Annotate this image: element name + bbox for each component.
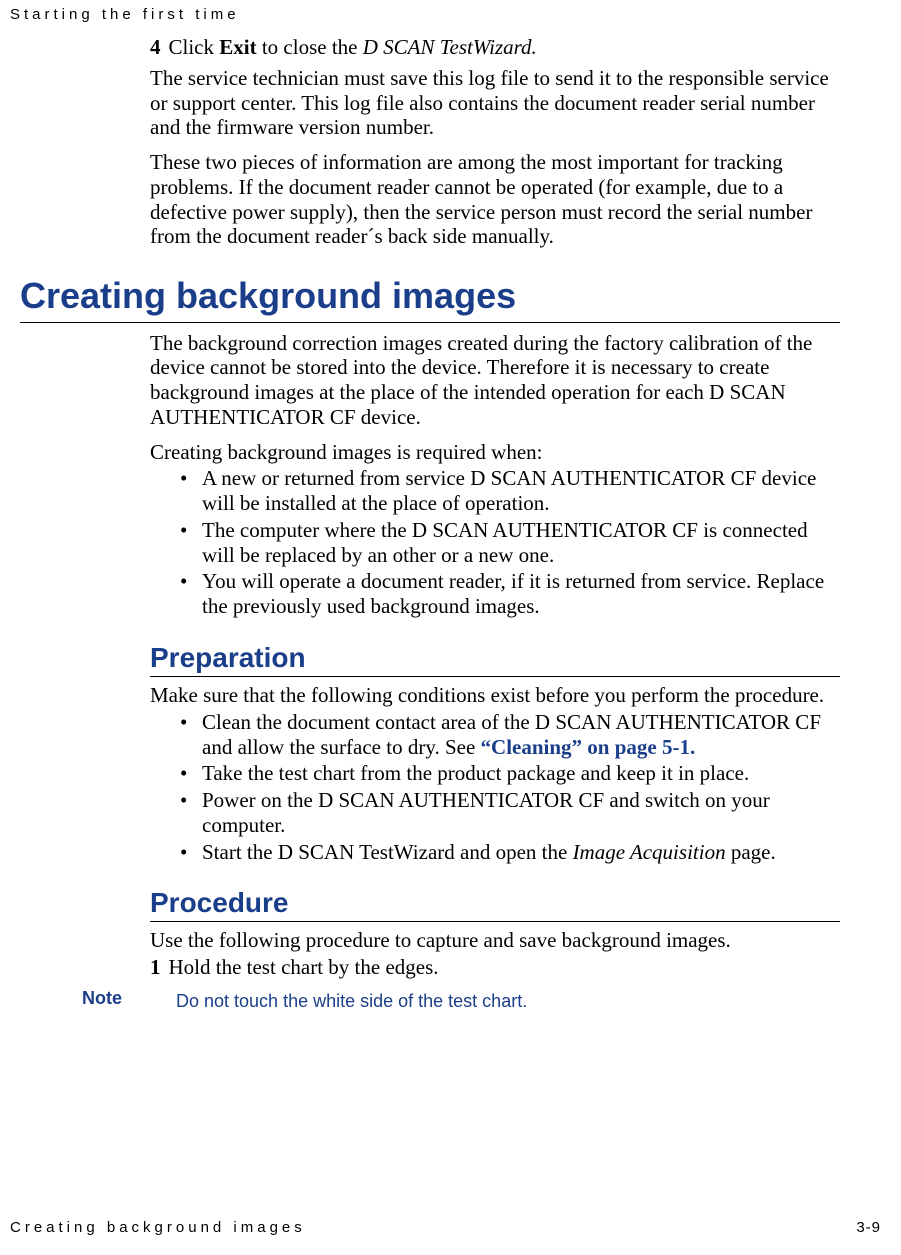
- step-number: 4: [150, 35, 161, 59]
- list-item-text: A new or returned from service D SCAN AU…: [202, 466, 816, 515]
- list-item: •Start the D SCAN TestWizard and open th…: [180, 840, 840, 865]
- step-text: Hold the test chart by the edges.: [169, 955, 439, 979]
- list-item-text: Clean the document contact area of the D…: [202, 710, 821, 759]
- heading-rule: [150, 921, 840, 922]
- bullet-icon: •: [180, 710, 202, 735]
- list-intro: Creating background images is required w…: [150, 440, 840, 465]
- step-number: 1: [150, 955, 161, 979]
- running-header: Starting the first time: [10, 6, 240, 24]
- bullet-list: •Clean the document contact area of the …: [150, 710, 840, 865]
- italic-text: Image Acquisition: [573, 840, 726, 864]
- page-body: 4 Click Exit to close the D SCAN TestWiza…: [150, 35, 840, 1013]
- list-item-text: Power on the D SCAN AUTHENTICATOR CF and…: [202, 788, 770, 837]
- list-item: •Take the test chart from the product pa…: [180, 761, 840, 786]
- list-item: •The computer where the D SCAN AUTHENTIC…: [180, 518, 840, 568]
- paragraph: The background correction images created…: [150, 331, 840, 430]
- page-number: 3-9: [856, 1219, 881, 1237]
- footer-section-title: Creating background images: [10, 1219, 306, 1236]
- step-italic: D SCAN TestWizard.: [363, 35, 537, 59]
- bullet-icon: •: [180, 840, 202, 865]
- cross-reference-link[interactable]: “Cleaning” on page 5-1.: [481, 735, 696, 759]
- paragraph: These two pieces of information are amon…: [150, 150, 840, 249]
- bullet-icon: •: [180, 466, 202, 491]
- list-item: •You will operate a document reader, if …: [180, 569, 840, 619]
- step-bold: Exit: [219, 35, 256, 59]
- heading-2-procedure: Procedure: [150, 886, 840, 919]
- bullet-icon: •: [180, 761, 202, 786]
- bullet-list: •A new or returned from service D SCAN A…: [150, 466, 840, 619]
- heading-2-preparation: Preparation: [150, 641, 840, 674]
- page-footer: Creating background images 3-9: [10, 1219, 881, 1237]
- text: page.: [726, 840, 776, 864]
- paragraph: Use the following procedure to capture a…: [150, 928, 840, 953]
- heading-rule: [150, 676, 840, 677]
- note-text: Do not touch the white side of the test …: [176, 991, 527, 1011]
- heading-1: Creating background images: [20, 275, 840, 319]
- note-label: Note: [82, 988, 122, 1009]
- note-block: Note Do not touch the white side of the …: [150, 988, 840, 1013]
- list-intro: Make sure that the following conditions …: [150, 683, 840, 708]
- step-text-mid: to close the: [257, 35, 363, 59]
- list-item-text: The computer where the D SCAN AUTHENTICA…: [202, 518, 808, 567]
- step-4: 4 Click Exit to close the D SCAN TestWiza…: [150, 35, 840, 60]
- step-1: 1 Hold the test chart by the edges.: [150, 955, 840, 980]
- bullet-icon: •: [180, 788, 202, 813]
- list-item: •Power on the D SCAN AUTHENTICATOR CF an…: [180, 788, 840, 838]
- paragraph: The service technician must save this lo…: [150, 66, 840, 140]
- list-item: •Clean the document contact area of the …: [180, 710, 840, 760]
- list-item: •A new or returned from service D SCAN A…: [180, 466, 840, 516]
- list-item-text: Take the test chart from the product pac…: [202, 761, 749, 785]
- step-text-pre: Click: [169, 35, 220, 59]
- bullet-icon: •: [180, 569, 202, 594]
- heading-rule: [20, 322, 840, 323]
- bullet-icon: •: [180, 518, 202, 543]
- text: Start the D SCAN TestWizard and open the: [202, 840, 573, 864]
- list-item-text: Start the D SCAN TestWizard and open the…: [202, 840, 776, 864]
- list-item-text: You will operate a document reader, if i…: [202, 569, 824, 618]
